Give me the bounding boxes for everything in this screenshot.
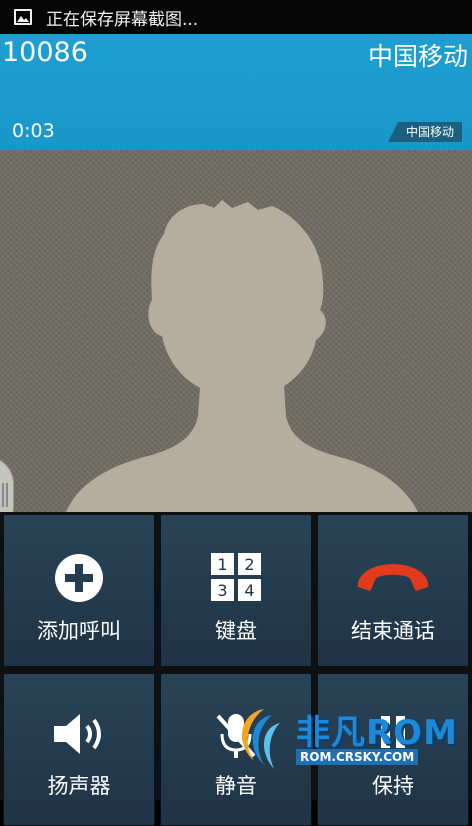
default-contact-silhouette-icon xyxy=(66,200,418,512)
watermark-brand: 非凡ROM xyxy=(296,713,458,753)
keypad-icon: 1 2 3 4 xyxy=(211,553,261,605)
keypad-digit: 3 xyxy=(217,581,227,600)
keypad-digit: 2 xyxy=(244,555,254,574)
add-call-label: 添加呼叫 xyxy=(37,619,121,643)
keypad-digit: 4 xyxy=(244,581,254,600)
keypad-digit: 1 xyxy=(217,555,227,574)
keypad-label: 键盘 xyxy=(215,619,257,643)
speaker-button[interactable]: 扬声器 xyxy=(3,673,155,826)
end-call-label: 结束通话 xyxy=(351,619,435,643)
call-duration: 0:03 xyxy=(12,120,55,142)
call-header: 10086 中国移动 0:03 中国移动 xyxy=(0,34,472,150)
watermark: 非凡ROM ROM.CRSKY.COM xyxy=(232,703,457,775)
keypad-button[interactable]: 1 2 3 4 键盘 xyxy=(160,514,312,667)
watermark-url: ROM.CRSKY.COM xyxy=(296,749,419,765)
carrier-tag: 中国移动 xyxy=(387,122,462,142)
screenshot-image-icon xyxy=(14,9,32,25)
end-call-icon xyxy=(354,561,432,597)
add-call-icon xyxy=(54,553,104,607)
status-notification-text: 正在保存屏幕截图... xyxy=(46,9,199,30)
speaker-icon xyxy=(52,712,106,760)
add-call-button[interactable]: 添加呼叫 xyxy=(3,514,155,667)
status-bar: 正在保存屏幕截图... xyxy=(0,0,472,34)
watermark-logo-icon xyxy=(241,709,280,769)
end-call-button[interactable]: 结束通话 xyxy=(317,514,469,667)
caller-number: 10086 xyxy=(2,37,88,68)
speaker-label: 扬声器 xyxy=(47,774,111,798)
caller-carrier: 中国移动 xyxy=(367,42,468,71)
contact-photo-area xyxy=(0,150,472,512)
